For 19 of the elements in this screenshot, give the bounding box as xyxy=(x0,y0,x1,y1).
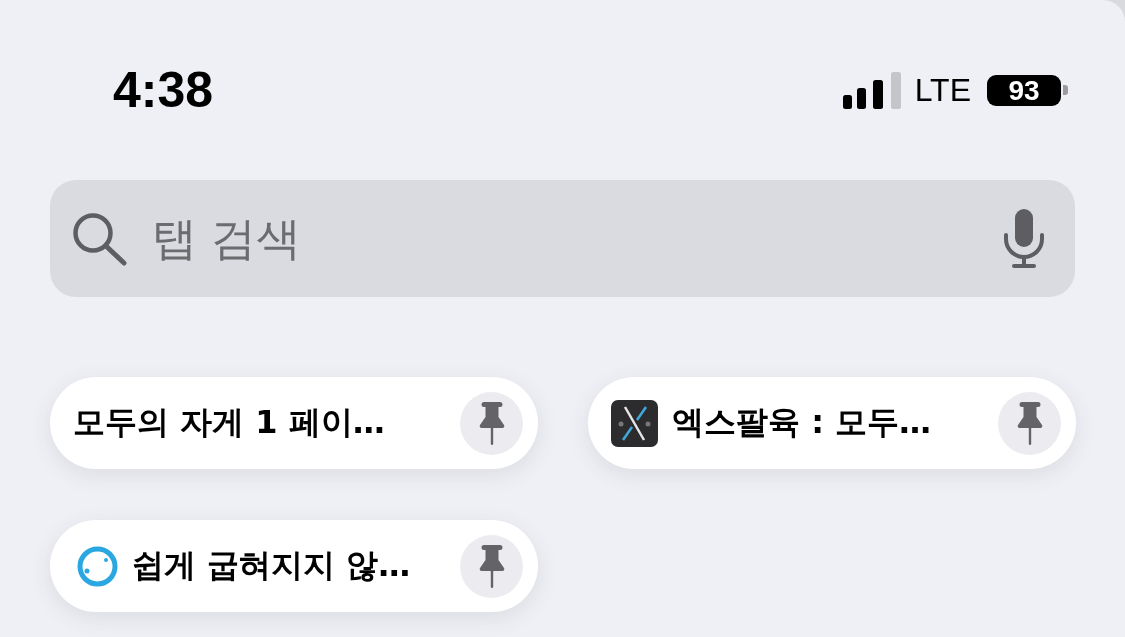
search-field[interactable]: 탭 검색 xyxy=(50,180,1075,297)
pinned-tab[interactable]: 쉽게 굽혀지지 않… xyxy=(50,520,538,612)
signal-icon xyxy=(842,71,901,109)
battery-indicator: 93 xyxy=(987,74,1068,106)
microphone-icon[interactable] xyxy=(1003,208,1045,269)
pin-icon xyxy=(478,401,505,445)
tab-title: 쉽게 굽혀지지 않… xyxy=(132,545,412,586)
tab-title: 모두의 자게 1 페이… xyxy=(73,402,386,443)
favicon-icon xyxy=(611,399,658,447)
pinned-tab[interactable]: 엑스팔육 : 모두… xyxy=(588,377,1076,469)
search-input[interactable]: 탭 검색 xyxy=(152,212,979,265)
tab-title: 엑스팔육 : 모두… xyxy=(672,402,933,443)
pin-icon xyxy=(478,544,505,588)
favicon-icon xyxy=(77,545,118,587)
network-label: LTE xyxy=(914,74,971,106)
pin-icon xyxy=(1016,401,1043,445)
pinned-tab[interactable]: 모두의 자게 1 페이… xyxy=(50,377,538,469)
search-icon xyxy=(72,211,128,266)
clock-time: 4:38 xyxy=(113,65,214,115)
